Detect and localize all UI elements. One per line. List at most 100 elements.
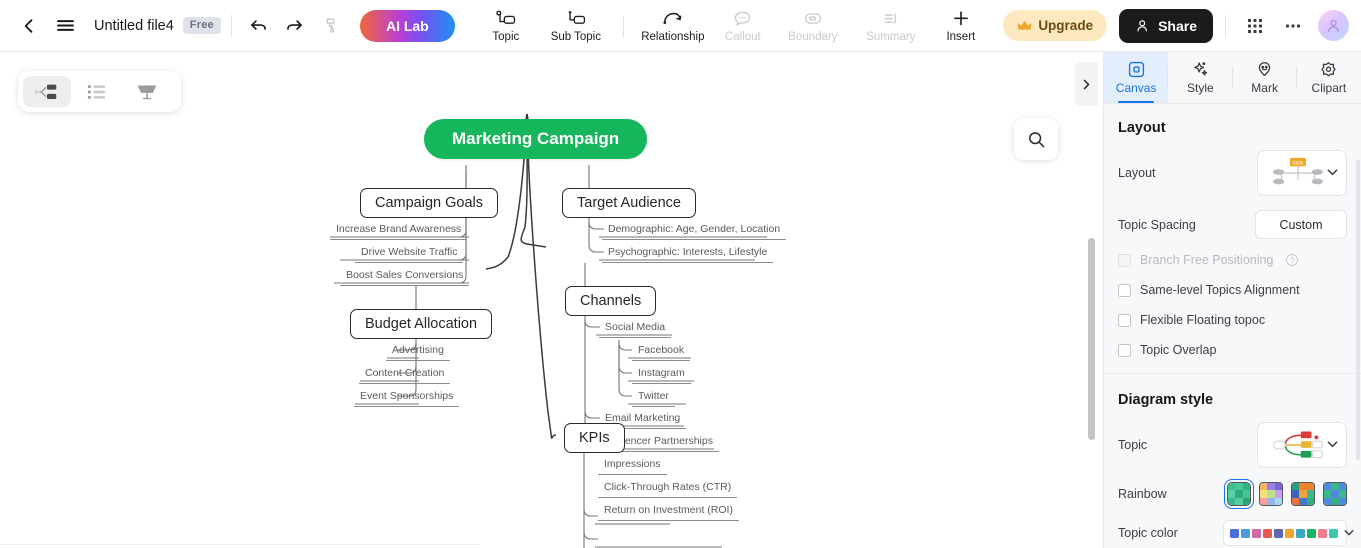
tool-callout[interactable]: Callout bbox=[712, 0, 774, 52]
question-circle-icon[interactable]: ? bbox=[1286, 254, 1299, 266]
mindmap-subtopic[interactable]: Advertising bbox=[386, 342, 450, 361]
presentation-view-icon bbox=[137, 85, 157, 99]
panel-vertical-scrollbar[interactable] bbox=[1356, 160, 1360, 460]
mindmap-topic-channels[interactable]: Channels bbox=[565, 286, 657, 316]
mindmap-subtopic[interactable]: Increase Brand Awareness bbox=[330, 221, 468, 240]
tool-callout-label: Callout bbox=[724, 30, 761, 43]
mindmap-subtopic[interactable]: Drive Website Traffic bbox=[355, 244, 464, 263]
tool-sub-topic[interactable]: Sub Topic bbox=[537, 0, 615, 52]
layout-preview-select[interactable]: topic bbox=[1257, 150, 1347, 196]
avatar[interactable] bbox=[1318, 10, 1349, 41]
same-level-topics-alignment-checkbox[interactable] bbox=[1118, 283, 1131, 297]
canvas-vertical-scrollbar[interactable] bbox=[1088, 238, 1095, 440]
mindmap-subtopic[interactable]: Event Sponsorships bbox=[354, 388, 460, 407]
canvas-search-button[interactable] bbox=[1014, 118, 1058, 160]
tab-canvas[interactable]: Canvas bbox=[1104, 52, 1169, 103]
topic-style-select[interactable] bbox=[1257, 422, 1347, 468]
right-side-panel: Canvas Style Mark Clipart Layout Layout bbox=[1075, 52, 1361, 548]
panel-content: Layout Layout topic Topic Spacing Custom… bbox=[1104, 104, 1361, 548]
upgrade-label: Upgrade bbox=[1038, 18, 1094, 33]
view-mode-outline[interactable] bbox=[73, 76, 121, 107]
mindmap-view-icon bbox=[34, 84, 57, 99]
mindmap-root-node[interactable]: Marketing Campaign bbox=[424, 119, 648, 159]
mindmap-subtopic[interactable]: Boost Sales Conversions bbox=[340, 267, 470, 286]
mindmap-subtopic[interactable]: Social Media bbox=[599, 319, 672, 338]
flexible-floating-topic-label: Flexible Floating topoc bbox=[1140, 313, 1266, 327]
tool-summary-label: Summary bbox=[866, 30, 916, 43]
branch-free-positioning-checkbox[interactable] bbox=[1118, 253, 1131, 267]
ai-lab-label: AI Lab bbox=[385, 17, 429, 34]
ai-lab-button[interactable]: AI Lab bbox=[359, 9, 455, 42]
mindmap-subtopic[interactable]: Twitter bbox=[632, 388, 675, 407]
topic-color-select[interactable] bbox=[1223, 520, 1354, 546]
tool-summary[interactable]: Summary bbox=[852, 0, 930, 52]
panel-collapse-button[interactable] bbox=[1075, 62, 1098, 106]
checkbox-flexible-floating-topic[interactable]: Flexible Floating topoc bbox=[1118, 313, 1347, 327]
apps-grid-icon bbox=[1248, 18, 1262, 33]
search-icon bbox=[1028, 131, 1044, 147]
upgrade-button[interactable]: Upgrade bbox=[1003, 10, 1108, 41]
more-horizontal-icon bbox=[1285, 23, 1301, 28]
tool-insert[interactable]: Insert bbox=[930, 0, 992, 52]
tab-clipart[interactable]: Clipart bbox=[1297, 52, 1361, 103]
rainbow-swatch-1[interactable] bbox=[1224, 479, 1254, 509]
format-painter-button[interactable] bbox=[314, 9, 348, 43]
topic-style-chevron-down-icon bbox=[1327, 439, 1338, 451]
mindmap-subtopic[interactable]: Return on Investment (ROI) bbox=[598, 502, 739, 521]
tool-boundary-label: Boundary bbox=[788, 30, 838, 43]
topic-overlap-label: Topic Overlap bbox=[1140, 343, 1217, 357]
rainbow-swatch-4[interactable] bbox=[1323, 482, 1347, 506]
mindmap-topic-campaign-goals[interactable]: Campaign Goals bbox=[360, 188, 498, 218]
view-mode-presentation[interactable] bbox=[123, 76, 171, 107]
crown-icon bbox=[1017, 20, 1032, 30]
file-name[interactable]: Untitled file4 bbox=[94, 18, 174, 34]
rainbow-swatch-2[interactable] bbox=[1259, 482, 1283, 506]
topic-overlap-checkbox[interactable] bbox=[1118, 343, 1131, 357]
tool-boundary[interactable]: Boundary bbox=[774, 0, 852, 52]
flexible-floating-topic-checkbox[interactable] bbox=[1118, 313, 1131, 327]
sparkles-icon bbox=[1194, 62, 1208, 76]
redo-button[interactable] bbox=[278, 9, 312, 43]
more-options-button[interactable] bbox=[1276, 9, 1310, 43]
mindmap-topic-target-audience[interactable]: Target Audience bbox=[562, 188, 696, 218]
mindmap-subtopic[interactable]: Impressions bbox=[598, 456, 667, 475]
mindmap-subtopic[interactable]: Facebook bbox=[632, 342, 691, 361]
tab-style[interactable]: Style bbox=[1168, 52, 1233, 103]
checkbox-branch-free-positioning[interactable]: Branch Free Positioning ? bbox=[1118, 253, 1347, 267]
mindmap-topic-budget-allocation[interactable]: Budget Allocation bbox=[350, 309, 493, 339]
apps-grid-button[interactable] bbox=[1238, 9, 1272, 43]
view-mode-mindmap[interactable] bbox=[23, 76, 71, 107]
tab-mark[interactable]: Mark bbox=[1233, 52, 1297, 103]
mindmap-subtopic[interactable]: Instagram bbox=[632, 365, 691, 384]
tab-mark-label: Mark bbox=[1251, 81, 1278, 95]
toolbar-left-group: Untitled file4 Free AI Lab Topic Sub Top… bbox=[0, 0, 992, 52]
mindmap-diagram: Marketing Campaign Campaign Goals Increa… bbox=[0, 52, 1103, 548]
layout-section-title: Layout bbox=[1118, 120, 1166, 136]
mindmap-subtopic[interactable]: Demographic: Age, Gender, Location bbox=[602, 221, 787, 240]
mindmap-topic-kpis[interactable]: KPIs bbox=[564, 423, 625, 453]
menu-button[interactable] bbox=[48, 9, 82, 43]
back-button[interactable] bbox=[12, 9, 46, 43]
undo-button[interactable] bbox=[242, 9, 276, 43]
topic-spacing-custom-button[interactable]: Custom bbox=[1255, 210, 1347, 239]
rainbow-label: Rainbow bbox=[1118, 487, 1167, 501]
tool-topic[interactable]: Topic bbox=[475, 0, 537, 52]
top-toolbar: Untitled file4 Free AI Lab Topic Sub Top… bbox=[0, 0, 1361, 52]
share-button[interactable]: Share bbox=[1119, 8, 1213, 43]
tool-insert-label: Insert bbox=[946, 30, 976, 43]
plan-badge: Free bbox=[182, 17, 221, 34]
mindmap-canvas[interactable]: Marketing Campaign Campaign Goals Increa… bbox=[0, 52, 1103, 548]
mindmap-subtopic[interactable]: Click-Through Rates (CTR) bbox=[598, 479, 738, 498]
toolbar-right-group: Upgrade Share bbox=[1003, 8, 1361, 43]
rainbow-swatch-3[interactable] bbox=[1291, 482, 1315, 506]
checkbox-topic-overlap[interactable]: Topic Overlap bbox=[1118, 343, 1347, 357]
topic-color-swatches bbox=[1230, 528, 1338, 538]
mindmap-subtopic[interactable]: Psychographic: Interests, Lifestyle bbox=[602, 244, 774, 263]
topic-style-thumbnail-icon bbox=[1273, 431, 1323, 459]
topic-color-chevron-down-icon bbox=[1344, 527, 1354, 539]
canvas-square-icon bbox=[1128, 61, 1144, 78]
tool-relationship-label: Relationship bbox=[641, 30, 705, 43]
tool-relationship[interactable]: Relationship bbox=[634, 0, 712, 52]
checkbox-same-level-topics-alignment[interactable]: Same-level Topics Alignment bbox=[1118, 283, 1347, 297]
mindmap-subtopic[interactable]: Content Creation bbox=[359, 365, 451, 384]
